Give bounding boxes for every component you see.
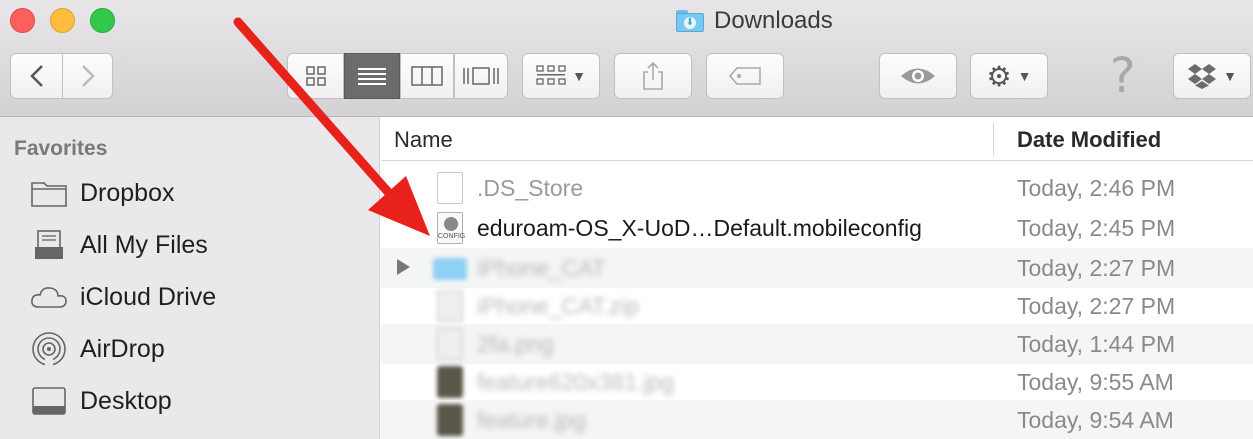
- minimize-window-button[interactable]: [50, 8, 75, 33]
- folder-icon: [30, 174, 68, 212]
- grid-icon: [305, 66, 326, 86]
- file-name: feature620x381.jpg: [477, 369, 674, 395]
- column-header-date-modified[interactable]: Date Modified: [1017, 127, 1161, 153]
- chevron-right-icon: [81, 65, 95, 87]
- column-divider[interactable]: [993, 123, 994, 155]
- file-name: feature.jpg: [477, 407, 586, 433]
- gear-icon: ⚙: [986, 59, 1012, 93]
- file-list: Name Date Modified .DS_Store Today, 2:46…: [381, 117, 1253, 439]
- window-title: ⬇ Downloads: [676, 6, 833, 36]
- document-icon: [437, 172, 463, 204]
- file-name: 2fa.png: [477, 331, 554, 357]
- dropbox-button[interactable]: ▼: [1173, 53, 1251, 99]
- sidebar: Favorites Dropbox All My Files iCloud Dr…: [0, 117, 380, 439]
- file-date: Today, 2:27 PM: [1017, 293, 1176, 319]
- all-files-icon: [30, 226, 68, 264]
- table-row[interactable]: iPhone_CAT.zip Today, 2:27 PM: [381, 286, 1253, 326]
- sidebar-item-airdrop[interactable]: AirDrop: [30, 329, 165, 369]
- image-file-icon: [437, 328, 463, 360]
- file-name: .DS_Store: [477, 175, 584, 201]
- table-row[interactable]: feature620x381.jpg Today, 9:55 AM: [381, 362, 1253, 402]
- file-name: iPhone_CAT.zip: [477, 293, 639, 319]
- back-button[interactable]: [10, 53, 63, 99]
- close-window-button[interactable]: [10, 8, 35, 33]
- forward-button[interactable]: [63, 53, 113, 99]
- chevron-down-icon: ▼: [1017, 68, 1032, 84]
- sidebar-item-label: Desktop: [80, 386, 172, 415]
- zoom-window-button[interactable]: [90, 8, 115, 33]
- edit-tags-button[interactable]: [706, 53, 784, 99]
- sidebar-item-label: AirDrop: [80, 334, 165, 363]
- chevron-left-icon: [29, 65, 43, 87]
- file-date: Today, 9:54 AM: [1017, 407, 1174, 433]
- columns-icon: [411, 66, 443, 86]
- sidebar-item-label: iCloud Drive: [80, 282, 217, 311]
- file-date: Today, 2:27 PM: [1017, 255, 1176, 281]
- share-icon: [643, 61, 663, 90]
- help-icon[interactable]: ?: [1110, 48, 1135, 104]
- action-button[interactable]: ⚙ ▼: [970, 53, 1048, 99]
- table-row[interactable]: 2fa.png Today, 1:44 PM: [381, 324, 1253, 364]
- file-date: Today, 2:45 PM: [1017, 215, 1176, 241]
- column-header-name[interactable]: Name: [394, 127, 453, 153]
- sidebar-item-dropbox[interactable]: Dropbox: [30, 173, 175, 213]
- desktop-icon: [30, 382, 68, 420]
- list-view-button[interactable]: [344, 53, 400, 99]
- table-row[interactable]: feature.jpg Today, 9:54 AM: [381, 400, 1253, 439]
- quick-look-button[interactable]: [879, 53, 957, 99]
- file-date: Today, 2:46 PM: [1017, 175, 1176, 201]
- chevron-down-icon: ▼: [1223, 68, 1237, 84]
- folder-icon: [433, 258, 467, 280]
- share-button[interactable]: [614, 53, 692, 99]
- sidebar-heading-favorites: Favorites: [14, 137, 108, 160]
- sidebar-item-label: All My Files: [80, 230, 208, 259]
- tag-icon: [728, 67, 761, 85]
- arrange-icon: [536, 65, 566, 85]
- chevron-down-icon: ▼: [572, 68, 586, 84]
- icon-view-button[interactable]: [287, 53, 344, 99]
- image-thumbnail-icon: [437, 366, 463, 398]
- downloads-folder-icon: ⬇: [676, 10, 704, 32]
- arrange-button[interactable]: ▼: [522, 53, 600, 99]
- file-name: eduroam-OS_X-UoD…Default.mobileconfig: [477, 215, 922, 241]
- eye-icon: [901, 68, 935, 84]
- sidebar-item-icloud-drive[interactable]: iCloud Drive: [30, 277, 216, 317]
- file-name: iPhone_CAT: [477, 255, 606, 281]
- window-title-text: Downloads: [714, 7, 833, 34]
- file-date: Today, 1:44 PM: [1017, 331, 1176, 357]
- cover-flow-view-button[interactable]: [454, 53, 508, 99]
- list-icon: [358, 68, 386, 85]
- list-header: Name Date Modified: [381, 117, 1253, 161]
- airdrop-icon: [30, 330, 68, 368]
- sidebar-item-all-my-files[interactable]: All My Files: [30, 225, 208, 265]
- disclosure-triangle-icon[interactable]: [397, 259, 410, 275]
- sidebar-item-desktop[interactable]: Desktop: [30, 381, 172, 421]
- table-row[interactable]: CONFIG eduroam-OS_X-UoD…Default.mobileco…: [381, 208, 1253, 248]
- column-view-button[interactable]: [400, 53, 454, 99]
- cover-flow-icon: [463, 67, 499, 85]
- window-toolbar: ⬇ Downloads ▼ ⚙ ▼ ? ▼: [0, 0, 1253, 117]
- table-row[interactable]: iPhone_CAT Today, 2:27 PM: [381, 248, 1253, 288]
- file-date: Today, 9:55 AM: [1017, 369, 1174, 395]
- table-row[interactable]: .DS_Store Today, 2:46 PM: [381, 168, 1253, 208]
- mobileconfig-file-icon: CONFIG: [437, 212, 465, 244]
- image-thumbnail-icon: [437, 404, 463, 436]
- dropbox-icon: [1188, 64, 1217, 89]
- sidebar-item-label: Dropbox: [80, 178, 175, 207]
- archive-file-icon: [437, 290, 463, 322]
- cloud-icon: [30, 278, 68, 316]
